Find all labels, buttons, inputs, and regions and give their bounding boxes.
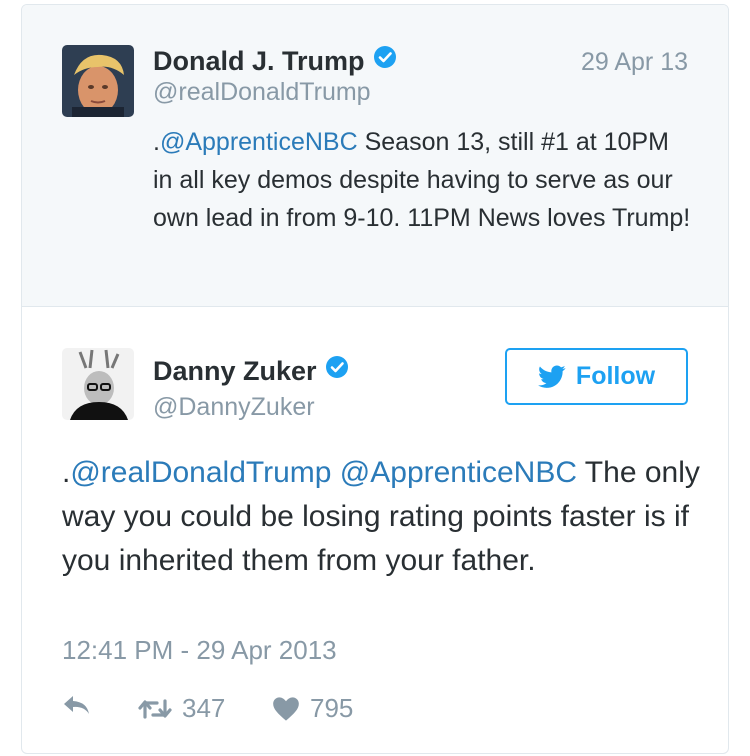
verified-badge-icon	[373, 45, 397, 74]
like-count: 795	[310, 693, 354, 723]
follow-label: Follow	[575, 362, 656, 390]
tweet-timestamp[interactable]: 12:41 PM - 29 Apr 2013	[62, 635, 337, 666]
like-button[interactable]: 795	[272, 693, 353, 724]
mention-link-realdonaldtrump[interactable]: @realDonaldTrump	[70, 456, 331, 489]
zuker-avatar[interactable]	[62, 348, 134, 420]
tweet-actions: 347 795	[62, 693, 462, 727]
reply-button[interactable]	[62, 693, 92, 717]
twitter-bird-icon	[537, 364, 566, 388]
verified-badge-icon	[325, 355, 349, 384]
mention-link-apprenticenbc[interactable]: @ApprenticeNBC	[340, 456, 577, 489]
main-author-handle[interactable]: @DannyZuker	[153, 395, 315, 420]
heart-icon	[273, 696, 299, 721]
retweet-button[interactable]: 347	[138, 693, 225, 724]
tweet-embed-card: Donald J. Trump @realDonaldTrump 29 Apr …	[21, 4, 729, 754]
mention-link[interactable]: @ApprenticeNBC	[160, 128, 358, 156]
main-author-name[interactable]: Danny Zuker	[153, 355, 349, 387]
reply-icon	[64, 696, 89, 714]
quoted-author-name[interactable]: Donald J. Trump	[153, 45, 397, 77]
quoted-author-handle[interactable]: @realDonaldTrump	[153, 80, 371, 105]
quoted-tweet[interactable]: Donald J. Trump @realDonaldTrump 29 Apr …	[22, 5, 728, 307]
main-author-name-text: Danny Zuker	[153, 356, 317, 386]
retweet-icon	[138, 698, 172, 719]
quoted-author-name-text: Donald J. Trump	[153, 46, 365, 76]
main-tweet-text: .@realDonaldTrump @ApprenticeNBC The onl…	[62, 451, 702, 583]
trump-avatar[interactable]	[62, 45, 134, 117]
retweet-count: 347	[182, 693, 226, 723]
quoted-tweet-text: .@ApprenticeNBC Season 13, still #1 at 1…	[153, 123, 693, 237]
follow-button[interactable]: Follow	[505, 348, 688, 405]
text-prefix: .	[153, 128, 160, 156]
quoted-tweet-date[interactable]: 29 Apr 13	[581, 50, 688, 75]
